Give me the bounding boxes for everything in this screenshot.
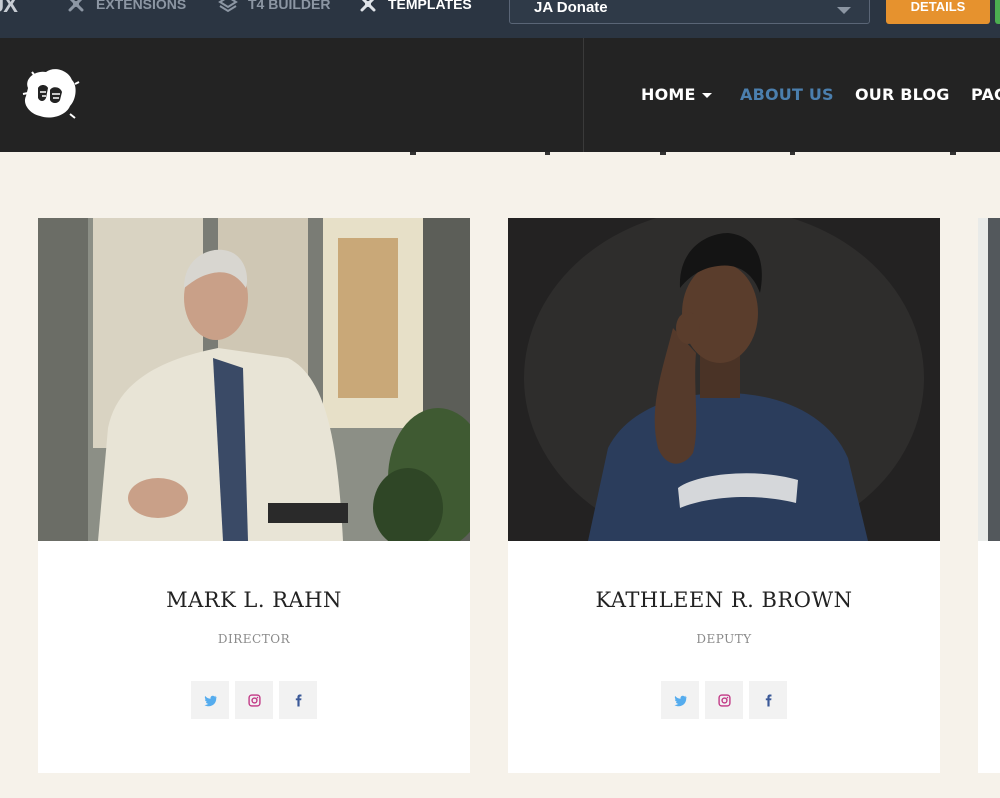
details-button[interactable]: DETAILS [886, 0, 990, 24]
site-header: HOME ABOUT US OUR BLOG PAG [0, 38, 1000, 152]
topbar-link-label: EXTENSIONS [96, 0, 187, 12]
social-links [38, 681, 470, 719]
brand-logo-text[interactable]: JX [0, 0, 18, 18]
template-select-value: JA Donate [534, 0, 608, 16]
social-links [508, 681, 940, 719]
twitter-button[interactable] [191, 681, 229, 719]
team-member-name: MARK L. RAHN [166, 588, 342, 612]
topbar-link-label: TEMPLATES [388, 0, 472, 12]
facebook-icon [295, 694, 301, 706]
joomla-icon [68, 0, 84, 12]
instagram-icon [717, 693, 731, 707]
layers-icon [218, 0, 238, 13]
nav-item-home[interactable]: HOME [641, 85, 712, 104]
topbar-link-templates[interactable]: TEMPLATES [358, 0, 472, 14]
nav-item-label: ABOUT US [740, 85, 834, 104]
chevron-down-icon [837, 7, 851, 14]
team-member-name: KATHLEEN R. BROWN [595, 588, 853, 612]
nav-item-pages[interactable]: PAG [971, 85, 1000, 104]
team-member-role: DIRECTOR [217, 632, 291, 646]
team-member-photo [38, 218, 470, 541]
nav-item-label: OUR BLOG [855, 85, 950, 104]
team-card: MARK L. RAHN DIRECTOR [38, 218, 470, 773]
instagram-button[interactable] [705, 681, 743, 719]
template-select[interactable]: JA Donate [509, 0, 870, 24]
download-button[interactable] [995, 0, 1000, 24]
facebook-icon [765, 694, 771, 706]
top-bar: JX EXTENSIONS T4 BUILDER TEMPLATES JA Do… [0, 0, 1000, 38]
nav-item-about-us[interactable]: ABOUT US [740, 85, 834, 104]
topbar-link-extensions[interactable]: EXTENSIONS [66, 0, 186, 14]
topbar-link-label: T4 BUILDER [248, 0, 331, 12]
twitter-icon [203, 695, 216, 706]
header-divider [583, 38, 584, 152]
facebook-button[interactable] [279, 681, 317, 719]
nav-item-our-blog[interactable]: OUR BLOG [855, 85, 950, 104]
joomla-icon [360, 0, 376, 12]
topbar-link-t4-builder[interactable]: T4 BUILDER [218, 0, 330, 14]
cropped-text-fragment [410, 152, 956, 155]
team-card [978, 541, 1000, 773]
team-card: KATHLEEN R. BROWN DEPUTY [508, 218, 940, 773]
caret-down-icon [701, 93, 712, 98]
team-member-role: DEPUTY [696, 632, 752, 646]
facebook-button[interactable] [749, 681, 787, 719]
twitter-icon [673, 695, 686, 706]
team-member-photo [978, 218, 1000, 541]
site-logo[interactable] [20, 64, 80, 124]
team-member-photo [508, 218, 940, 541]
instagram-button[interactable] [235, 681, 273, 719]
instagram-icon [247, 693, 261, 707]
twitter-button[interactable] [661, 681, 699, 719]
nav-item-label: PAG [971, 85, 1000, 104]
nav-item-label: HOME [641, 85, 696, 104]
